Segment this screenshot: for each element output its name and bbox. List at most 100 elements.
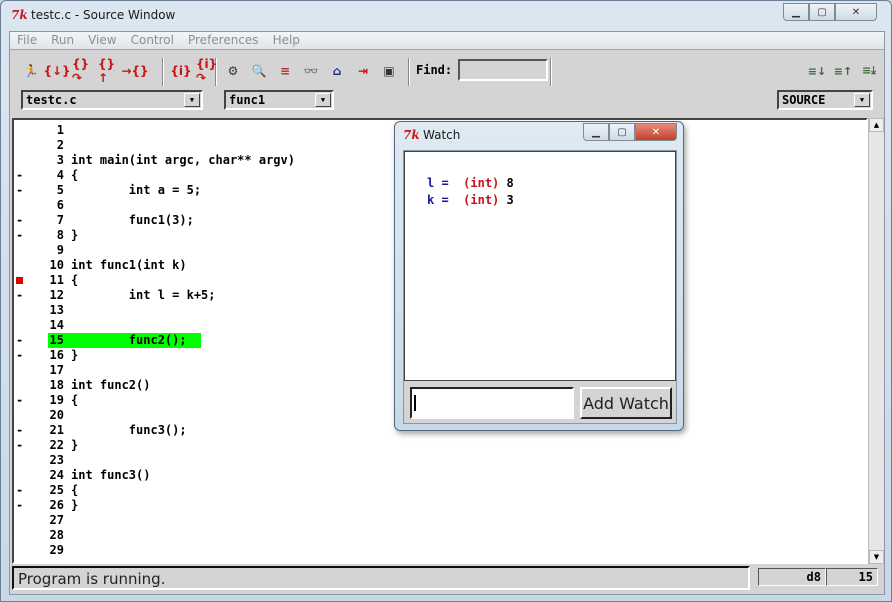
frame-up-button[interactable]: ≡↑ [832,60,854,82]
breakpoint-slot[interactable]: - [16,168,24,183]
watch-body: l = (int) 8 k = (int) 3 Add Watch [403,150,677,424]
chevron-down-icon[interactable]: ▼ [854,93,870,107]
line-number: 26 [49,498,64,512]
chevron-down-icon[interactable]: ▼ [184,93,200,107]
line-number: 16 [49,348,64,362]
line-code: func2(); [71,333,187,347]
toolbar: Find: 🏃 {↓} {}↷ {}↑ →{} {i} {i}↷ ⚙ 🔍 ≡ 👓 ⌂ ⇥ ▣ ≡↓ ≡↑ ≡⤓ [10,56,884,86]
goto-line-button[interactable]: ⇥ [352,60,374,82]
stack-button[interactable]: ≡ [274,60,296,82]
breakpoint-slot[interactable]: - [16,423,24,438]
scroll-down-icon[interactable]: ▼ [869,550,884,564]
source-line[interactable]: 28 [14,528,866,543]
watch-glasses-button[interactable]: 👓 [300,60,322,82]
chevron-down-icon[interactable]: ▼ [315,93,331,107]
breakpoint-slot[interactable]: - [16,393,24,408]
mode-combo[interactable]: SOURCE ▼ [777,90,873,110]
window-title: testc.c - Source Window [31,8,176,22]
source-line[interactable]: - 26} [14,498,866,513]
source-line[interactable]: - 25 { [14,483,866,498]
home-button[interactable]: ⌂ [326,60,348,82]
watch-type: (int) [463,193,500,207]
line-code: } [71,498,79,512]
vertical-scrollbar[interactable]: ▲ ▼ [868,118,884,564]
breakpoint-slot[interactable]: - [16,483,24,498]
watch-value: 3 [506,193,514,207]
frame-down-button[interactable]: ≡↓ [806,60,828,82]
menu-preferences[interactable]: Preferences [181,32,266,49]
menu-view[interactable]: View [81,32,123,49]
menu-help[interactable]: Help [266,32,307,49]
menu-run[interactable]: Run [44,32,81,49]
console-button[interactable]: ▣ [378,60,400,82]
run-button[interactable]: 🏃 [20,60,42,82]
watch-expression-input[interactable] [410,387,574,419]
watch-equals: = [434,193,464,207]
breakpoint-slot[interactable]: - [16,183,24,198]
menu-control[interactable]: Control [124,32,181,49]
line-code: func1(3); [71,213,194,227]
home-icon: ⌂ [332,64,342,78]
watch-equals: = [434,176,464,190]
menu-file[interactable]: File [10,32,44,49]
line-code: int func1(int k) [71,258,187,272]
toolbar-separator [550,58,552,86]
source-line[interactable]: - 22} [14,438,866,453]
breakpoint-slot[interactable]: - [16,228,24,243]
step-button[interactable]: {↓} [43,60,71,82]
text-caret [414,395,416,411]
continue-button[interactable]: →{} [121,60,148,82]
minimize-button[interactable]: ▁ [783,3,809,21]
tk-logo-icon: 7k [11,8,28,22]
find-input[interactable] [458,59,548,81]
watch-maximize-button[interactable]: ▢ [609,123,635,141]
console-icon: ▣ [383,64,395,78]
line-number: 28 [49,528,64,542]
line-code: } [71,348,79,362]
source-line[interactable]: 29 [14,543,866,558]
source-line[interactable]: 24 int func3() [14,468,866,483]
frame-bottom-button[interactable]: ≡⤓ [858,60,880,82]
breakpoint-slot[interactable]: - [16,438,24,453]
file-combo[interactable]: testc.c ▼ [21,90,203,110]
title-bar[interactable]: 7k testc.c - Source Window ▁ ▢ ✕ [1,1,891,31]
add-watch-button[interactable]: Add Watch [580,387,672,419]
line-code: func3(); [71,423,187,437]
memory-search-button[interactable]: 🔍 [248,60,270,82]
registers-button[interactable]: ⚙ [222,60,244,82]
watch-close-button[interactable]: ✕ [635,123,677,141]
breakpoint-slot[interactable]: - [16,213,24,228]
finish-icon: {}↑ [98,57,116,85]
nexti-button[interactable]: {i}↷ [196,57,218,85]
memory-search-icon: 🔍 [251,64,267,78]
line-number: 25 [49,483,64,497]
toolbar-separator [408,58,410,86]
frame-down-icon: ≡↓ [807,64,827,78]
breakpoint-slot[interactable]: - [16,348,24,363]
source-line[interactable]: 27 [14,513,866,528]
source-line[interactable]: 23 [14,453,866,468]
function-combo-value: func1 [229,93,266,107]
watch-minimize-button[interactable]: ▁ [583,123,609,141]
maximize-button[interactable]: ▢ [809,3,835,21]
line-number: 22 [49,438,64,452]
line-number: 21 [49,423,64,437]
scroll-up-icon[interactable]: ▲ [869,118,884,132]
watch-item[interactable]: k = (int) 3 [427,193,514,207]
breakpoint-slot[interactable]: - [16,333,24,348]
close-button[interactable]: ✕ [835,3,877,21]
breakpoint-slot[interactable]: - [16,288,24,303]
breakpoint-icon[interactable] [16,277,23,284]
watch-item[interactable]: l = (int) 8 [427,176,514,190]
line-number: 19 [49,393,64,407]
line-code: } [71,228,79,242]
breakpoint-slot[interactable]: - [16,498,24,513]
function-combo[interactable]: func1 ▼ [224,90,334,110]
line-code: { [71,393,79,407]
stepi-button[interactable]: {i} [170,60,192,82]
next-button[interactable]: {}↷ [72,57,94,85]
step-icon: {↓} [43,64,71,78]
finish-button[interactable]: {}↑ [98,57,120,85]
watch-list[interactable]: l = (int) 8 k = (int) 3 [404,151,676,381]
status-line: 15 [826,568,878,586]
